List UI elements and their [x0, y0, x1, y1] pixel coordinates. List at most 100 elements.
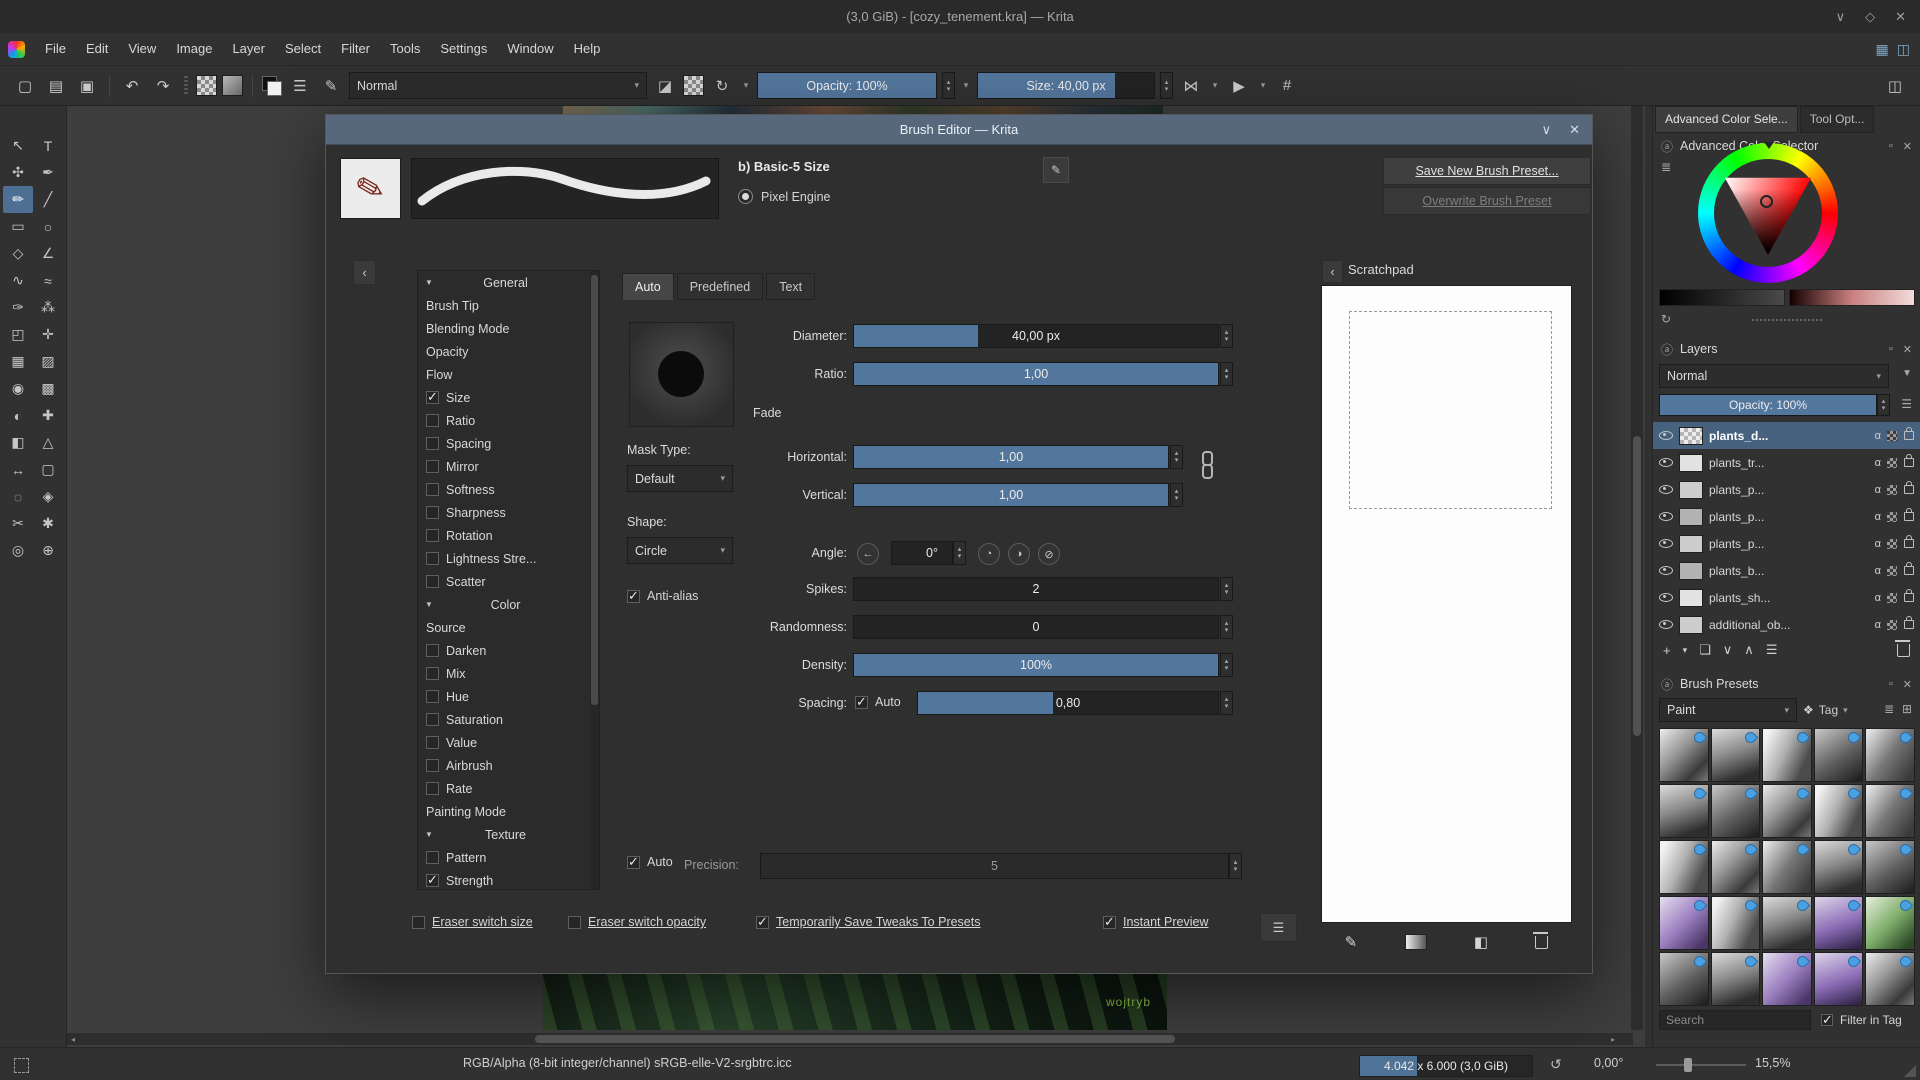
window-minimize-icon[interactable]: ∨	[1836, 9, 1846, 25]
angle-spinbox[interactable]: 0°	[891, 541, 953, 565]
spacing-slider[interactable]: 0,80	[917, 691, 1219, 715]
tool-colorize-mask[interactable]: ◐	[3, 402, 33, 429]
overwrite-preset-button[interactable]: Overwrite Brush Preset	[1383, 187, 1591, 215]
dialog-titlebar[interactable]: Brush Editor — Krita ∨ ✕	[326, 115, 1592, 145]
diameter-slider[interactable]: 40,00 px	[853, 324, 1219, 348]
resize-grip[interactable]	[1904, 1065, 1916, 1077]
close-docker-icon[interactable]: ✕	[1903, 140, 1912, 153]
layer-row[interactable]: plants_b... α	[1653, 557, 1920, 584]
workspace-icon[interactable]: ▦	[1876, 41, 1889, 58]
new-document-icon[interactable]: ▢	[12, 73, 38, 99]
scratchpad-clear-icon[interactable]	[1533, 931, 1549, 949]
reload-preset-icon[interactable]: ↻	[709, 73, 735, 99]
visibility-eye-icon[interactable]	[1659, 485, 1673, 494]
size-slider[interactable]: Size: 40,00 px	[977, 72, 1155, 99]
tool-zoom[interactable]: ◎	[3, 537, 33, 564]
visibility-eye-icon[interactable]	[1659, 620, 1673, 629]
float-docker-icon[interactable]: ▫	[1889, 343, 1893, 356]
float-docker-icon[interactable]: ▫	[1889, 678, 1893, 691]
docker-tab[interactable]: Tool Opt...	[1799, 106, 1875, 133]
preset-category-dropdown[interactable]: Paint	[1659, 698, 1797, 722]
reset-rotation-icon[interactable]: ↺	[1550, 1056, 1562, 1073]
layer-filter-icon[interactable]: ▼	[1902, 368, 1912, 379]
link-fade-icon[interactable]	[1200, 451, 1213, 481]
filter-in-tag-checkbox[interactable]	[1821, 1012, 1833, 1028]
brush-option-row[interactable]: Pattern	[418, 846, 599, 869]
brush-option-row[interactable]: Value	[418, 731, 599, 754]
menu-item[interactable]: Layer	[222, 33, 275, 65]
menu-item[interactable]: View	[118, 33, 166, 65]
zoom-slider-handle[interactable]	[1684, 1058, 1692, 1072]
brush-option-row[interactable]: Mix	[418, 662, 599, 685]
menu-item[interactable]: Image	[166, 33, 222, 65]
tool-contiguous-select[interactable]: ✱	[33, 510, 63, 537]
brush-preset[interactable]	[1813, 784, 1864, 838]
tool-rect-select[interactable]: ▢	[33, 456, 63, 483]
scroll-right-icon[interactable]: ▸	[1607, 1035, 1619, 1044]
horizontal-fade-slider[interactable]: 1,00	[853, 445, 1169, 469]
scratchpad-canvas[interactable]	[1321, 285, 1572, 923]
option-checkbox[interactable]	[426, 414, 439, 427]
mirror-horizontal-icon[interactable]: ⋈	[1178, 73, 1204, 99]
angle-reset-icon[interactable]: ⊘	[1038, 543, 1060, 565]
scratchpad-paint-icon[interactable]: ✎	[1345, 933, 1358, 951]
alpha-channel-icon[interactable]: α	[1875, 511, 1881, 523]
footer-checkbox-row[interactable]: Eraser switch size	[412, 915, 533, 929]
open-document-icon[interactable]: ▤	[43, 73, 69, 99]
detach-menu-button[interactable]: ☰	[1260, 913, 1297, 942]
opacity-slider[interactable]: Opacity: 100%	[757, 72, 937, 99]
move-layer-down-icon[interactable]: ∨	[1723, 642, 1733, 658]
menu-item[interactable]: Window	[497, 33, 563, 65]
brush-preset[interactable]	[1762, 896, 1812, 950]
angle-spinner[interactable]	[953, 541, 966, 565]
workspace-switch-icon[interactable]: ◫	[1897, 41, 1910, 58]
brush-option-row[interactable]: Brush Tip	[418, 294, 599, 317]
layer-lock-icon[interactable]	[1904, 454, 1914, 467]
brush-option-row[interactable]: Rate	[418, 777, 599, 800]
redo-icon[interactable]: ↷	[150, 73, 176, 99]
vertical-scrollbar[interactable]	[1631, 106, 1643, 1030]
layer-lock-icon[interactable]	[1904, 562, 1914, 575]
option-checkbox[interactable]	[426, 483, 439, 496]
angle-flip-v-icon[interactable]: ◑	[1008, 543, 1030, 565]
horizontal-scrollbar-thumb[interactable]	[535, 1035, 1175, 1043]
layer-opacity-slider[interactable]: Opacity: 100%	[1659, 394, 1877, 416]
save-new-preset-button[interactable]: Save New Brush Preset...	[1383, 157, 1591, 185]
angle-flip-h-icon[interactable]: ◔	[978, 543, 1000, 565]
dialog-shade-icon[interactable]: ∨	[1542, 122, 1552, 138]
brush-option-row[interactable]: Hue	[418, 685, 599, 708]
option-checkbox[interactable]	[426, 782, 439, 795]
brush-option-row[interactable]: Source	[418, 616, 599, 639]
tool-multibrush[interactable]: ⁂	[33, 294, 63, 321]
density-slider[interactable]: 100%	[853, 653, 1219, 677]
preset-grid-view-icon[interactable]: ⊞	[1902, 702, 1912, 716]
reload-dropdown-icon[interactable]: ▾	[740, 80, 752, 91]
footer-checkbox[interactable]	[756, 914, 769, 930]
inherit-alpha-icon[interactable]	[1887, 430, 1897, 441]
option-checkbox[interactable]	[426, 690, 439, 703]
tool-move[interactable]: ✛	[33, 321, 63, 348]
brush-option-row[interactable]: Rotation	[418, 524, 599, 547]
fg-bg-color-chooser[interactable]	[262, 75, 282, 96]
brush-option-row[interactable]: Ratio	[418, 409, 599, 432]
footer-checkbox-row[interactable]: Temporarily Save Tweaks To Presets	[756, 914, 981, 930]
option-checkbox[interactable]	[426, 872, 439, 888]
tag-chooser[interactable]: ❖ Tag ▾	[1803, 698, 1848, 722]
menu-item[interactable]: Select	[275, 33, 331, 65]
brush-preset[interactable]	[1813, 896, 1864, 950]
tool-freehand-brush[interactable]: ✏	[3, 186, 33, 213]
brush-editor-toggle-icon[interactable]: ✎	[318, 73, 344, 99]
brush-preset[interactable]	[1865, 840, 1915, 894]
close-docker-icon[interactable]: ✕	[1903, 678, 1912, 691]
brush-preset[interactable]	[1813, 952, 1864, 1006]
move-layer-up-icon[interactable]: ∧	[1744, 642, 1754, 658]
precision-auto-checkbox[interactable]	[627, 854, 640, 870]
choose-workspace-icon[interactable]: ◫	[1882, 73, 1908, 99]
mirror-horizontal-dropdown-icon[interactable]: ▾	[1209, 80, 1221, 91]
footer-checkbox-row[interactable]: Eraser switch opacity	[568, 915, 706, 929]
tool-rectangle[interactable]: ▭	[3, 213, 33, 240]
vertical-scrollbar-thumb[interactable]	[1633, 436, 1641, 736]
option-checkbox[interactable]	[426, 506, 439, 519]
spacing-spinner[interactable]	[1220, 691, 1233, 715]
brush-option-row[interactable]: Scatter	[418, 570, 599, 593]
